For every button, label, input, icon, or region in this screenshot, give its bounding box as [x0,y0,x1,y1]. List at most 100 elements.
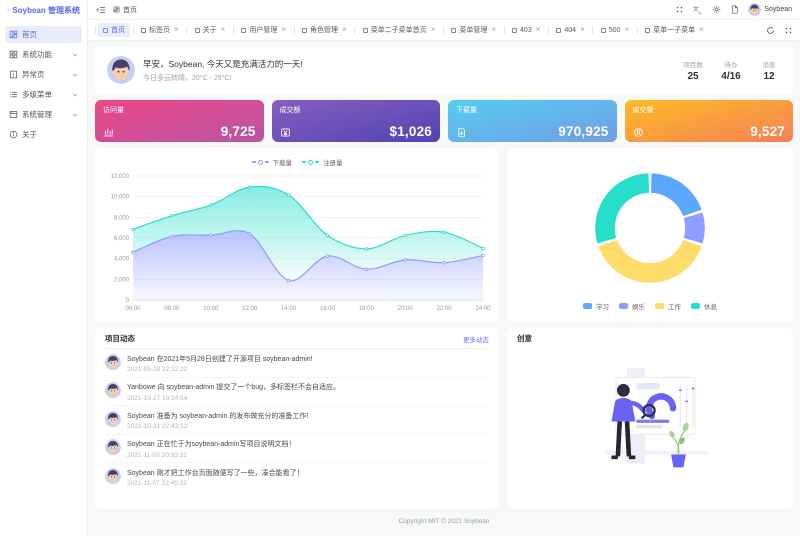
language-icon[interactable]: 文A [693,5,703,15]
news-title: 项目动态 [105,334,135,343]
sidebar-item-about[interactable]: 关于 [5,126,82,143]
stat-value: 12 [763,70,775,82]
legend-item[interactable]: 注册量 [302,157,343,167]
legend-item[interactable]: 休息 [691,301,717,311]
tab[interactable]: 403 [507,24,545,36]
legend-item[interactable]: 下载量 [251,157,292,167]
avatar [105,411,121,431]
list-menu-icon [9,91,17,98]
exception-page-icon [10,70,17,79]
news-item: Soybean 准备为 soybean-admin 的发布做充分的准备工作! 2… [105,406,489,435]
document-icon[interactable] [730,5,739,14]
sidebar-item-system-functions[interactable]: 系统功能 [5,46,82,63]
svg-text:24:00: 24:00 [475,306,491,312]
theme-sun-icon[interactable] [712,5,721,14]
stat-card-value: $1,026 [389,123,432,139]
stat-card-label: 成交额 [279,107,301,114]
tab-icon [451,27,457,33]
legend-swatch [619,303,628,309]
tab-close-icon[interactable] [221,26,226,34]
news-time: 2021-11-03 20:33:31 [127,451,187,459]
info-icon [9,130,18,139]
svg-text:10,000: 10,000 [111,195,130,201]
tab-bar: 首页 标签页 关于 用户管理 [88,20,800,41]
tab-label: 菜单一子菜单 [653,27,696,34]
footer: Copyright MIT © 2021 Soybean [95,515,793,528]
stat-item: 项目数 25 [681,59,705,82]
home-icon [113,6,120,13]
news-item: Soybean 正在忙于为soybean-admin写项目说明文档！ 2021-… [105,435,489,463]
registered-icon [633,127,644,138]
legend-item[interactable]: 学习 [583,301,609,311]
svg-text:8,000: 8,000 [114,215,130,221]
tab[interactable]: 500 [596,24,634,36]
user-avatar [748,3,761,16]
legend-marker-icon [257,159,263,165]
tab[interactable]: 标签页 [136,23,184,37]
news-text: Soybean 在2021年5月28日创建了开源项目 soybean-admin… [127,355,313,363]
stat-card-amount: 成交额 $1,026 [271,100,440,142]
avatar [105,382,121,402]
sidebar-item-system-management[interactable]: 系统管理 [5,106,82,123]
news-text: Soybean 准备为 soybean-admin 的发布做充分的准备工作! [127,412,309,420]
tab-close-icon[interactable] [580,26,585,34]
tab[interactable]: 菜单管理 [446,23,501,37]
tab[interactable]: 菜单一子菜单 [640,23,709,37]
app-title: Soybean 管理系统 [12,5,80,15]
breadcrumb[interactable]: 首页 [113,5,137,15]
refresh-icon[interactable] [766,26,775,35]
tab-close-icon[interactable] [699,26,704,34]
legend-item[interactable]: 娱乐 [619,301,645,311]
tab-close-icon[interactable] [536,26,541,34]
legend-item[interactable]: 工作 [655,301,681,311]
tab-close-icon[interactable] [431,26,436,34]
svg-text:18:00: 18:00 [359,306,375,312]
tab-label: 用户管理 [249,27,278,34]
tab-icon [512,27,518,33]
sidebar-menu: 首页 系统功能 异常页 多级菜单 系统管理 关于 [0,20,87,146]
sidebar-item-home[interactable]: 首页 [5,26,82,43]
tab-label: 404 [564,26,577,34]
tab-label: 菜单二子菜单首页 [370,27,427,34]
greeting-card: 早安，Soybean, 今天又是充满活力的一天! 今日多云转晴，20°C - 2… [95,46,793,94]
stat-label: 消息 [762,61,776,69]
user-menu[interactable]: Soybean [748,3,792,16]
avatar [105,439,121,459]
news-time: 2021-05-28 22:22:22 [127,366,188,373]
app-window: Soybean 管理系统 首页 系统功能 异常页 多级菜单 系统管理 关于 首页… [0,0,800,536]
sidebar-item-exception-pages[interactable]: 异常页 [5,66,82,83]
tab-close-icon[interactable] [342,26,347,34]
news-text: Soybean 正在忙于为soybean-admin写项目说明文档！ [127,441,296,448]
legend-swatch [583,303,592,309]
app-logo[interactable]: Soybean 管理系统 [0,0,87,20]
tab-close-icon[interactable] [281,26,286,34]
bottom-row: 项目动态 更多动态 Soybean 在2021年5月28日创建了开源项目 soy… [95,328,793,509]
tab-close-icon[interactable] [624,26,629,34]
sidebar: Soybean 管理系统 首页 系统功能 异常页 多级菜单 系统管理 关于 [0,0,88,536]
creative-card: 创意 [507,328,793,509]
sidebar-item-multi-level-menu[interactable]: 多级菜单 [5,86,82,103]
svg-text:12,000: 12,000 [111,174,130,180]
menu-collapse-icon[interactable] [96,5,106,15]
stat-card-label: 成交量 [632,107,654,114]
chevron-down-icon [72,92,78,98]
tab[interactable]: 404 [551,24,589,36]
tab[interactable]: 角色管理 [297,23,352,37]
news-list: Soybean 在2021年5月28日创建了开源项目 soybean-admin… [105,349,489,505]
tab-close-icon[interactable] [491,26,496,34]
legend-swatch [655,303,664,309]
tab-expand-icon[interactable] [784,26,793,35]
greeting-stats: 项目数 25 待办 4/16 消息 12 [681,59,781,82]
svg-text:20:00: 20:00 [398,306,414,312]
legend-label: 工作 [668,304,681,311]
fullscreen-icon[interactable] [675,5,684,14]
stat-value: 4/16 [721,70,741,82]
dashboard-icon [9,30,18,39]
tab-close-icon[interactable] [174,26,179,34]
tab[interactable]: 菜单二子菜单首页 [358,23,441,37]
tab[interactable]: 用户管理 [236,23,291,37]
tab[interactable]: 首页 [98,23,130,37]
tab[interactable]: 关于 [190,23,231,37]
tab-icon [362,27,368,33]
more-news-link[interactable]: 更多动态 [463,334,489,344]
